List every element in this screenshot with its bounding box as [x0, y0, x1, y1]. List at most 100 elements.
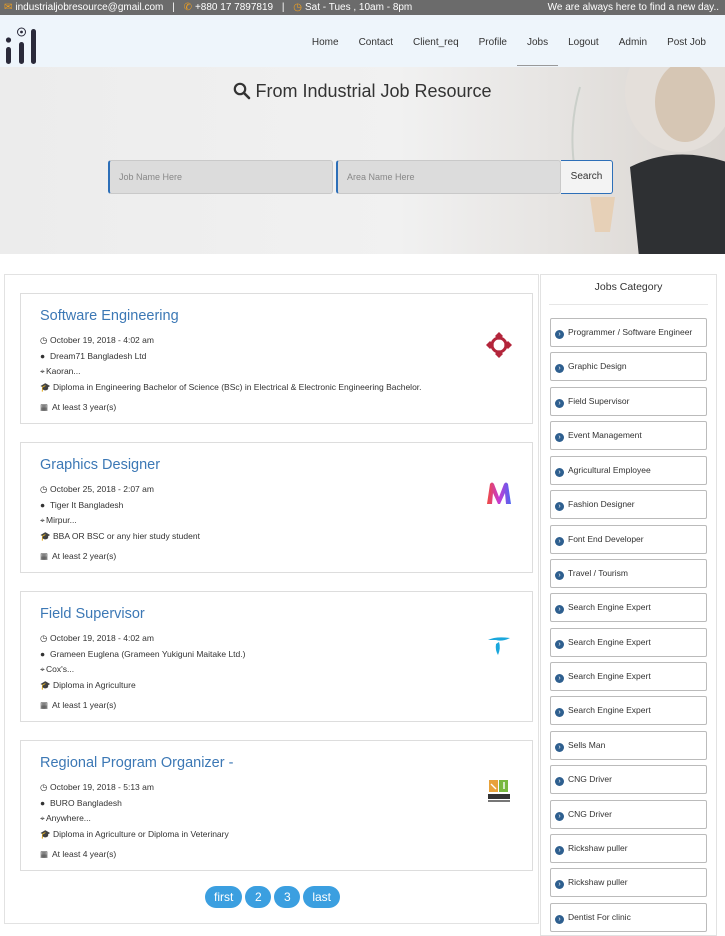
- job-company-text: BURO Bangladesh: [50, 798, 122, 808]
- job-date: ◷ October 19, 2018 - 4:02 am: [40, 335, 154, 346]
- contact-phone[interactable]: +880 17 7897819: [195, 2, 273, 13]
- category-item[interactable]: › Rickshaw puller: [550, 868, 707, 897]
- arrow-circle-right-icon: ›: [555, 640, 564, 649]
- nav-client-req[interactable]: Client_req: [403, 15, 469, 67]
- nav-logout[interactable]: Logout: [558, 15, 609, 67]
- graduation-cap-icon: 🎓: [40, 680, 51, 690]
- job-company: ● Tiger It Bangladesh: [40, 500, 123, 510]
- category-label: Rickshaw puller: [568, 843, 628, 853]
- category-label: Fashion Designer: [568, 499, 635, 509]
- job-title[interactable]: Software Engineering: [40, 308, 179, 324]
- category-item[interactable]: › Search Engine Expert: [550, 593, 707, 622]
- category-item[interactable]: › Agricultural Employee: [550, 456, 707, 485]
- category-label: Travel / Tourism: [568, 568, 628, 578]
- job-title[interactable]: Graphics Designer: [40, 457, 160, 473]
- arrow-circle-right-icon: ›: [555, 605, 564, 614]
- category-item[interactable]: › Dentist For clinic: [550, 903, 707, 932]
- job-card[interactable]: Field Supervisor ◷ October 19, 2018 - 4:0…: [20, 591, 533, 722]
- nav-home[interactable]: Home: [302, 15, 349, 67]
- company-icon: ●: [40, 351, 46, 361]
- arrow-circle-right-icon: ›: [555, 846, 564, 855]
- clock-icon: ◷: [40, 335, 48, 345]
- site-logo-icon[interactable]: [4, 25, 40, 67]
- contact-info: ✉ industrialjobresource@gmail.com | ✆ +880…: [4, 0, 412, 15]
- job-company-text: Dream71 Bangladesh Ltd: [50, 351, 147, 361]
- buro-logo-icon[interactable]: [484, 777, 514, 807]
- job-card[interactable]: Software Engineering ◷ October 19, 2018 -…: [20, 293, 533, 424]
- category-label: Field Supervisor: [568, 396, 630, 406]
- category-item[interactable]: › Sells Man: [550, 731, 707, 760]
- category-item[interactable]: › Programmer / Software Engineer: [550, 318, 707, 347]
- category-item[interactable]: › Search Engine Expert: [550, 662, 707, 691]
- page-3-button[interactable]: 3: [274, 886, 301, 908]
- arrow-circle-right-icon: ›: [555, 433, 564, 442]
- job-list: Software Engineering ◷ October 19, 2018 -…: [4, 274, 539, 924]
- job-education: 🎓 Diploma in Agriculture: [40, 680, 136, 691]
- clock-icon: ◷: [40, 633, 48, 643]
- top-info-bar: ✉ industrialjobresource@gmail.com | ✆ +880…: [0, 0, 725, 15]
- arrow-circle-right-icon: ›: [555, 571, 564, 580]
- category-item[interactable]: › Graphic Design: [550, 352, 707, 381]
- hero-title-text: From Industrial Job Resource: [255, 81, 492, 101]
- tagline: We are always here to find a new day..: [547, 2, 719, 13]
- nav-jobs[interactable]: Jobs: [517, 15, 559, 67]
- page-last-button[interactable]: last: [303, 886, 341, 908]
- page-2-button[interactable]: 2: [245, 886, 272, 908]
- graduation-cap-icon: 🎓: [40, 531, 51, 541]
- arrow-circle-right-icon: ›: [555, 364, 564, 373]
- job-title[interactable]: Field Supervisor: [40, 606, 145, 622]
- category-item[interactable]: › Font End Developer: [550, 525, 707, 554]
- arrow-circle-right-icon: ›: [555, 743, 564, 752]
- category-item[interactable]: › Event Management: [550, 421, 707, 450]
- pagination: first 2 3 last: [5, 886, 540, 908]
- dream71-logo-icon[interactable]: [484, 330, 514, 360]
- search-button[interactable]: Search: [561, 160, 613, 194]
- tiger-it-logo-icon[interactable]: [484, 479, 514, 509]
- company-icon: ●: [40, 500, 46, 510]
- area-name-input[interactable]: Area Name Here: [336, 160, 561, 194]
- category-item[interactable]: › Search Engine Expert: [550, 628, 707, 657]
- briefcase-icon: ▦: [40, 700, 49, 710]
- job-location-text: Kaoran...: [46, 366, 81, 376]
- search-icon: [234, 82, 251, 100]
- job-date: ◷ October 19, 2018 - 5:13 am: [40, 782, 154, 793]
- category-label: Rickshaw puller: [568, 877, 628, 887]
- category-item[interactable]: › Search Engine Expert: [550, 696, 707, 725]
- category-item[interactable]: › Travel / Tourism: [550, 559, 707, 588]
- nav-profile[interactable]: Profile: [469, 15, 517, 67]
- job-title[interactable]: Regional Program Organizer -: [40, 755, 233, 771]
- job-location: ⌖Kaoran...: [40, 366, 81, 377]
- main-nav: Home Contact Client_req Profile Jobs Log…: [302, 15, 716, 67]
- job-education: 🎓 BBA OR BSC or any hier study student: [40, 531, 200, 542]
- job-education: 🎓 Diploma in Agriculture or Diploma in Ve…: [40, 829, 229, 840]
- phone-icon: ✆: [183, 2, 192, 13]
- category-label: Search Engine Expert: [568, 671, 651, 681]
- arrow-circle-right-icon: ›: [555, 468, 564, 477]
- nav-contact[interactable]: Contact: [349, 15, 403, 67]
- job-experience: ▦ At least 4 year(s): [40, 849, 116, 860]
- job-education-text: Diploma in Agriculture: [53, 680, 136, 690]
- envelope-icon: ✉: [4, 2, 13, 13]
- briefcase-icon: ▦: [40, 849, 49, 859]
- contact-email[interactable]: industrialjobresource@gmail.com: [15, 2, 163, 13]
- job-experience: ▦ At least 2 year(s): [40, 551, 116, 562]
- category-item[interactable]: › CNG Driver: [550, 765, 707, 794]
- divider: |: [281, 2, 285, 13]
- job-education: 🎓 Diploma in Engineering Bachelor of Scie…: [40, 382, 422, 393]
- category-item[interactable]: › Rickshaw puller: [550, 834, 707, 863]
- page-first-button[interactable]: first: [204, 886, 243, 908]
- grameen-logo-icon[interactable]: [484, 628, 514, 658]
- job-card[interactable]: Graphics Designer ◷ October 25, 2018 - 2:…: [20, 442, 533, 573]
- category-item[interactable]: › Field Supervisor: [550, 387, 707, 416]
- clock-icon: ◷: [40, 484, 48, 494]
- category-item[interactable]: › CNG Driver: [550, 800, 707, 829]
- job-location: ⌖Mirpur...: [40, 515, 77, 526]
- nav-admin[interactable]: Admin: [609, 15, 657, 67]
- job-experience-text: At least 1 year(s): [52, 700, 117, 710]
- job-card[interactable]: Regional Program Organizer - ◷ October 19…: [20, 740, 533, 871]
- arrow-circle-right-icon: ›: [555, 330, 564, 339]
- category-item[interactable]: › Fashion Designer: [550, 490, 707, 519]
- job-location: ⌖Anywhere...: [40, 813, 91, 824]
- nav-post-job[interactable]: Post Job: [657, 15, 716, 67]
- job-name-input[interactable]: Job Name Here: [108, 160, 333, 194]
